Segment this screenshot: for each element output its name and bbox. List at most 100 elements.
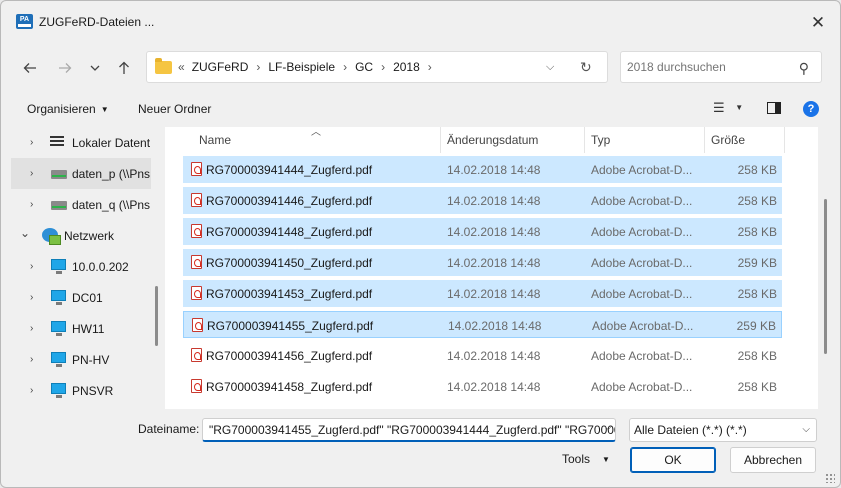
tree-item-label: PN-HV (72, 352, 110, 367)
tools-button[interactable]: Tools ▼ (562, 452, 610, 466)
pdf-file-icon (191, 348, 202, 362)
forward-button[interactable] (54, 57, 76, 79)
up-button[interactable] (113, 57, 135, 79)
refresh-icon[interactable]: ↻ (580, 59, 592, 76)
chevron-right-icon[interactable]: › (30, 354, 33, 365)
file-list-scrollbar[interactable] (824, 199, 827, 354)
tree-item-local-disk[interactable]: › Lokaler Datent (11, 127, 151, 158)
address-history-chevron-icon[interactable]: ⌵ (546, 61, 554, 74)
chevron-down-icon[interactable]: ⌵ (604, 422, 612, 433)
tree-item-host[interactable]: › 10.0.0.202 (11, 251, 151, 282)
command-bar: Organisieren ▼ Neuer Ordner ☰ ▼ ? (1, 91, 840, 127)
filename-field[interactable]: "RG700003941455_Zugferd.pdf" "RG70000394… (202, 418, 616, 442)
file-type: Adobe Acrobat-D... (591, 287, 693, 301)
breadcrumb-item[interactable]: GC (355, 60, 373, 74)
file-date: 14.02.2018 14:48 (448, 319, 542, 333)
arrow-right-icon (59, 63, 72, 73)
close-icon: ✕ (810, 13, 826, 32)
tools-label: Tools (562, 452, 591, 466)
chevron-right-icon[interactable]: › (30, 261, 33, 272)
preview-pane-icon[interactable] (767, 102, 781, 114)
file-name: RG700003941458_Zugferd.pdf (206, 380, 373, 394)
file-row[interactable]: RG700003941450_Zugferd.pdf 14.02.2018 14… (183, 249, 782, 276)
cancel-button[interactable]: Abbrechen (730, 447, 816, 473)
tree-item-host[interactable]: › DC01 (11, 282, 151, 313)
search-box[interactable]: ⚲ (620, 51, 822, 83)
file-size: 258 KB (737, 163, 777, 177)
tree-item-label: Netzwerk (64, 228, 115, 243)
chevron-down-icon (90, 65, 100, 71)
file-row[interactable]: RG700003941446_Zugferd.pdf 14.02.2018 14… (183, 187, 782, 214)
column-header-size[interactable]: Größe (705, 127, 785, 153)
breadcrumb-item[interactable]: ZUGFeRD (192, 60, 249, 74)
file-type: Adobe Acrobat-D... (591, 256, 693, 270)
app-icon: PA (16, 14, 33, 29)
breadcrumb-item[interactable]: LF-Beispiele (268, 60, 335, 74)
file-type: Adobe Acrobat-D... (591, 349, 693, 363)
file-row[interactable]: RG700003941453_Zugferd.pdf 14.02.2018 14… (183, 280, 782, 307)
file-row[interactable]: RG700003941458_Zugferd.pdf 14.02.2018 14… (183, 373, 782, 400)
back-button[interactable] (19, 57, 41, 79)
tree-item-host[interactable]: › PN-HV (11, 344, 151, 375)
chevron-right-icon[interactable]: › (30, 137, 33, 148)
column-header-name[interactable]: Name (193, 127, 441, 153)
file-type: Adobe Acrobat-D... (592, 319, 694, 333)
column-header-date[interactable]: Änderungsdatum (441, 127, 585, 153)
file-date: 14.02.2018 14:48 (447, 349, 541, 363)
file-row[interactable]: RG700003941456_Zugferd.pdf 14.02.2018 14… (183, 342, 782, 369)
chevron-right-icon[interactable]: › (30, 385, 33, 396)
pdf-file-icon (191, 379, 202, 393)
pdf-file-icon (191, 255, 202, 269)
file-type-filter-value: Alle Dateien (*.*) (*.*) (634, 423, 747, 437)
chevron-right-icon[interactable]: › (30, 292, 33, 303)
view-options-button[interactable]: ☰ ▼ (713, 100, 747, 118)
search-input[interactable] (627, 60, 787, 74)
file-row[interactable]: RG700003941455_Zugferd.pdf 14.02.2018 14… (183, 311, 782, 338)
file-row[interactable]: RG700003941448_Zugferd.pdf 14.02.2018 14… (183, 218, 782, 245)
address-bar[interactable]: « ZUGFeRD › LF-Beispiele › GC › 2018 › ⌵ ↻ (146, 51, 608, 83)
ok-button[interactable]: OK (630, 447, 716, 473)
tree-item-label: daten_p (\\Pns (72, 166, 151, 181)
network-icon (42, 228, 61, 245)
file-name: RG700003941446_Zugferd.pdf (206, 194, 373, 208)
tree-item-network[interactable]: ⌄ Netzwerk (11, 220, 151, 251)
column-header-type[interactable]: Typ (585, 127, 705, 153)
file-size: 259 KB (737, 256, 777, 270)
file-date: 14.02.2018 14:48 (447, 225, 541, 239)
file-date: 14.02.2018 14:48 (447, 194, 541, 208)
chevron-right-icon[interactable]: › (30, 199, 33, 210)
file-list: ︿ Name Änderungsdatum Typ Größe RG700003… (165, 127, 818, 409)
chevron-down-icon[interactable]: ⌄ (20, 226, 30, 240)
file-type-filter[interactable]: Alle Dateien (*.*) (*.*) ⌵ (629, 418, 817, 442)
chevron-right-icon[interactable]: › (381, 60, 385, 74)
app-icon-label: PA (19, 16, 30, 23)
arrow-left-icon (23, 63, 36, 73)
computer-icon (51, 259, 66, 274)
help-icon[interactable]: ? (803, 101, 819, 117)
search-icon[interactable]: ⚲ (799, 60, 809, 77)
tree-item-host[interactable]: › PNSVR (11, 375, 151, 406)
breadcrumb: « ZUGFeRD › LF-Beispiele › GC › 2018 › (178, 60, 440, 74)
recent-locations-button[interactable] (84, 57, 106, 79)
tree-scrollbar[interactable] (155, 286, 158, 346)
filename-value[interactable]: "RG700003941455_Zugferd.pdf" "RG70000394… (209, 423, 615, 437)
organize-button[interactable]: Organisieren ▼ (27, 102, 109, 116)
chevron-right-icon[interactable]: › (30, 168, 33, 179)
file-row[interactable]: RG700003941444_Zugferd.pdf 14.02.2018 14… (183, 156, 782, 183)
breadcrumb-item[interactable]: 2018 (393, 60, 420, 74)
file-size: 258 KB (737, 287, 777, 301)
tree-item-host[interactable]: › HW11 (11, 313, 151, 344)
window-title: ZUGFeRD-Dateien ... (39, 15, 155, 29)
chevron-right-icon[interactable]: › (256, 60, 260, 74)
chevron-right-icon[interactable]: › (30, 323, 33, 334)
tree-item-daten-p[interactable]: › daten_p (\\Pns (11, 158, 151, 189)
chevron-right-icon[interactable]: › (343, 60, 347, 74)
breadcrumb-overflow[interactable]: « (178, 60, 185, 74)
chevron-right-icon[interactable]: › (428, 60, 432, 74)
file-size: 259 KB (736, 319, 776, 333)
tree-item-daten-q[interactable]: › daten_q (\\Pns (11, 189, 151, 220)
new-folder-button[interactable]: Neuer Ordner (138, 102, 211, 116)
close-button[interactable]: ✕ (796, 1, 840, 45)
caret-down-icon: ▼ (100, 105, 109, 114)
resize-grip-icon[interactable] (825, 473, 835, 483)
